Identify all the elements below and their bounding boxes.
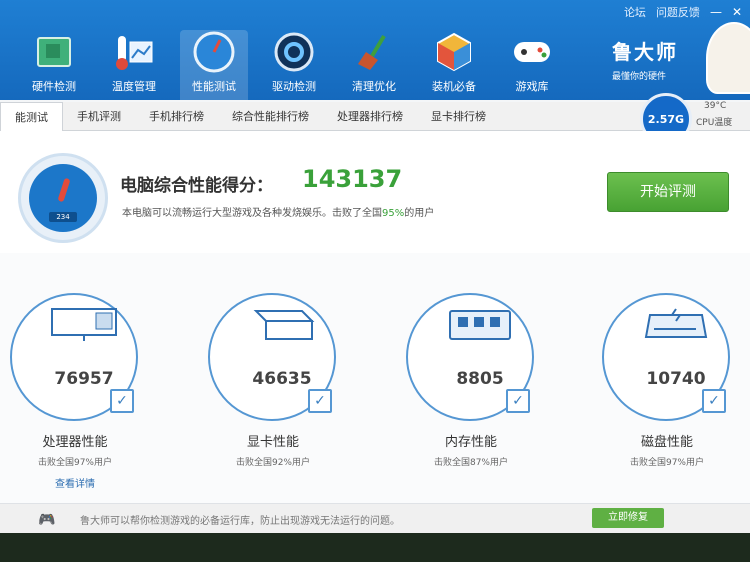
metric-memory-sub: 击败全国87%用户 — [433, 458, 508, 468]
nav-clean-optimize-label: 清理优化 — [352, 80, 396, 93]
tab-gpu-ranking[interactable]: 显卡排行榜 — [417, 102, 500, 130]
metric-gpu-sub: 击败全国92%用户 — [235, 458, 310, 468]
top-links: 论坛 问题反馈 — ✕ — [624, 4, 742, 20]
monitor-cpu-icon — [44, 307, 124, 341]
nav-temp-management-label: 温度管理 — [112, 80, 156, 93]
forum-link[interactable]: 论坛 — [624, 4, 646, 20]
score-title: 电脑综合性能得分： — [120, 176, 273, 196]
memory-chip-icon — [440, 307, 520, 341]
score-panel: 234 电脑综合性能得分： 143137 本电脑可以流畅运行大型游戏及各种发烧娱… — [0, 131, 750, 254]
metric-disk-sub: 击败全国97%用户 — [629, 458, 704, 468]
sub-tabs: 能测试 手机评测 手机排行榜 综合性能排行榜 处理器排行榜 显卡排行榜 — [0, 102, 750, 131]
nav-clean-optimize[interactable]: 清理优化 — [340, 30, 408, 100]
metric-memory-value: 8805 — [456, 369, 504, 389]
score-desc-percent: 95% — [382, 208, 405, 219]
gamepad-icon — [510, 30, 554, 74]
metric-memory[interactable]: 8805 ✓ 内存性能 击败全国87%用户 — [396, 293, 546, 493]
metric-gpu-label: 显卡性能 — [246, 435, 299, 450]
metric-cpu-value: 76957 — [54, 369, 114, 389]
nav-game-library-label: 游戏库 — [515, 80, 549, 93]
speedometer-icon: 234 — [18, 153, 108, 243]
brand-name: 鲁大师 — [612, 40, 678, 64]
broom-icon — [352, 30, 396, 74]
nav-essentials[interactable]: 装机必备 — [420, 30, 488, 100]
header-bar: 论坛 问题反馈 — ✕ 硬件检测 温度管理 性能测试 驱动检测 清理优化 装机必… — [0, 0, 750, 100]
thermometer-icon — [112, 30, 156, 74]
nav-game-library[interactable]: 游戏库 — [498, 30, 566, 100]
hard-disk-icon — [636, 307, 716, 341]
brand: 鲁大师 最懂你的硬件 — [612, 36, 678, 82]
speedometer-reading: 234 — [49, 212, 77, 222]
metric-disk-label: 磁盘性能 — [640, 435, 693, 450]
cube-icon — [432, 30, 476, 74]
minimize-icon[interactable]: — — [710, 5, 722, 19]
score-value: 143137 — [302, 165, 403, 193]
nav-performance-test-label: 性能测试 — [192, 80, 236, 93]
metric-gpu[interactable]: 46635 ✓ 显卡性能 击败全国92%用户 — [198, 293, 348, 493]
motherboard-icon — [32, 30, 76, 74]
metric-disk-value: 10740 — [646, 369, 706, 389]
metric-cpu[interactable]: 76957 ✓ 处理器性能 击败全国97%用户 查看详情 — [0, 293, 150, 493]
metric-gpu-value: 46635 — [252, 369, 312, 389]
metric-cpu-label: 处理器性能 — [42, 435, 108, 450]
feedback-link[interactable]: 问题反馈 — [656, 4, 700, 20]
speedometer-needle — [57, 177, 71, 203]
cpu-temp-value: 39°C — [704, 101, 727, 111]
tab-overall-ranking[interactable]: 综合性能排行榜 — [218, 102, 323, 130]
check-icon: ✓ — [110, 389, 134, 413]
tab-cpu-ranking[interactable]: 处理器排行榜 — [323, 102, 417, 130]
view-details-link[interactable]: 查看详情 — [0, 475, 150, 490]
nav-temp-management[interactable]: 温度管理 — [100, 30, 168, 100]
score-desc-prefix: 本电脑可以流畅运行大型游戏及各种发烧娱乐。击败了全国 — [122, 208, 382, 219]
gauge-icon — [192, 30, 236, 74]
nav-hardware-check-label: 硬件检测 — [32, 80, 76, 93]
cpu-speed-value: 2.57 — [647, 112, 676, 126]
metrics-section: 76957 ✓ 处理器性能 击败全国97%用户 查看详情 46635 ✓ 显卡性… — [0, 253, 750, 503]
nav-driver-check-label: 驱动检测 — [272, 80, 316, 93]
ludashi-window: 论坛 问题反馈 — ✕ 硬件检测 温度管理 性能测试 驱动检测 清理优化 装机必… — [0, 0, 750, 562]
tab-performance-test[interactable]: 能测试 — [0, 102, 63, 131]
check-icon: ✓ — [506, 389, 530, 413]
gamepad-icon: 🎮 — [38, 512, 56, 528]
nav-essentials-label: 装机必备 — [432, 80, 476, 93]
cpu-temp-label: CPU温度 — [696, 118, 733, 128]
speedometer-face: 234 — [29, 164, 97, 232]
start-test-button[interactable]: 开始评测 — [607, 172, 729, 212]
score-description: 本电脑可以流畅运行大型游戏及各种发烧娱乐。击败了全国95%的用户 — [122, 204, 434, 219]
metric-disk[interactable]: 10740 ✓ 磁盘性能 击败全国97%用户 — [592, 293, 742, 493]
bottom-message: 鲁大师可以帮你检测游戏的必备运行库，防止出现游戏无法运行的问题。 — [80, 516, 400, 527]
tab-phone-ranking[interactable]: 手机排行榜 — [135, 102, 218, 130]
tab-phone-review[interactable]: 手机评测 — [63, 102, 135, 130]
close-icon[interactable]: ✕ — [732, 5, 742, 19]
brand-slogan: 最懂你的硬件 — [612, 72, 667, 82]
check-icon: ✓ — [702, 389, 726, 413]
graphics-card-icon — [242, 307, 322, 341]
nav-hardware-check[interactable]: 硬件检测 — [20, 30, 88, 100]
metric-cpu-sub: 击败全国97%用户 — [37, 458, 112, 468]
fix-now-button[interactable]: 立即修复 — [592, 508, 664, 528]
nav-driver-check[interactable]: 驱动检测 — [260, 30, 328, 100]
cpu-speed-unit: G — [675, 112, 685, 126]
taskbar — [0, 533, 750, 562]
bottom-notice-bar: 🎮 鲁大师可以帮你检测游戏的必备运行库，防止出现游戏无法运行的问题。 立即修复 — [0, 503, 750, 534]
nav-performance-test[interactable]: 性能测试 — [180, 30, 248, 100]
gear-icon — [272, 30, 316, 74]
mascot-avatar — [706, 22, 750, 94]
check-icon: ✓ — [308, 389, 332, 413]
metric-memory-label: 内存性能 — [444, 435, 497, 450]
cpu-temp-widget[interactable]: 2.57 G 39°C CPU温度 — [640, 93, 744, 145]
score-desc-suffix: 的用户 — [404, 208, 435, 219]
